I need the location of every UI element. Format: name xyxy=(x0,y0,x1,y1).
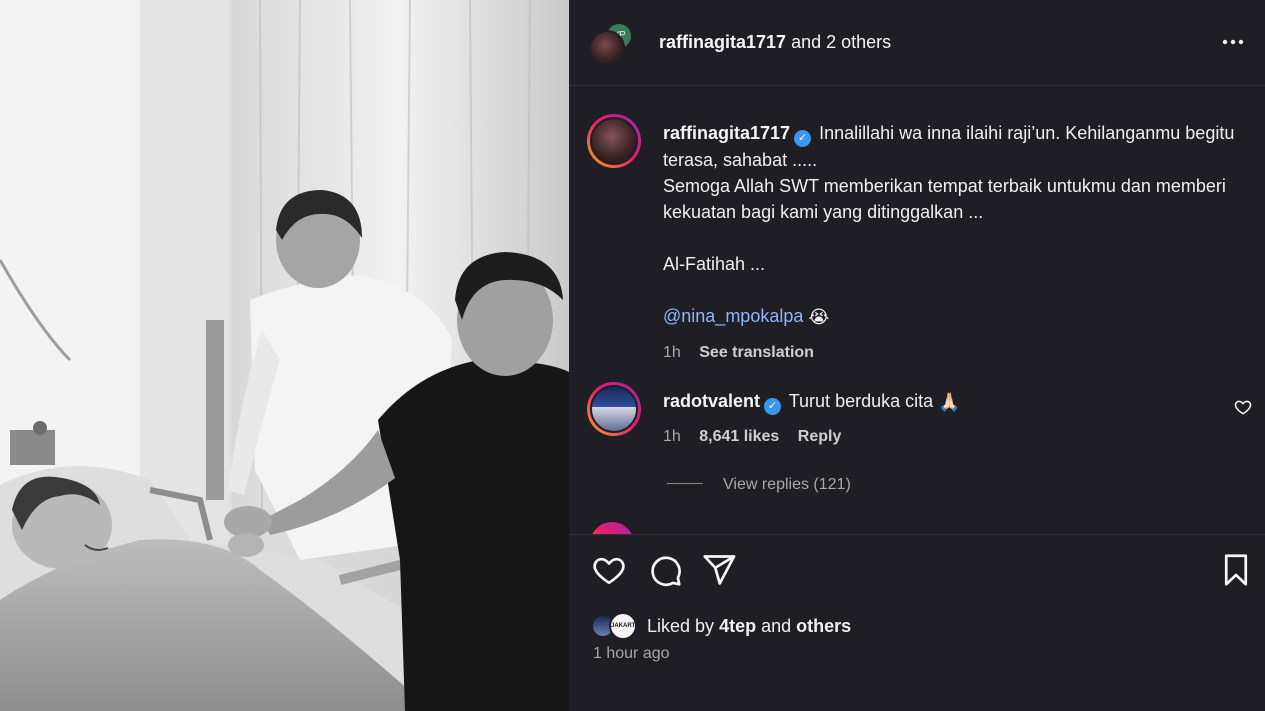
praying-hands-emoji-icon: 🙏🏻 xyxy=(938,392,961,412)
comment-meta: 1h 8,641 likes Reply xyxy=(663,428,855,446)
caption-line-2: Semoga Allah SWT memberikan tempat terba… xyxy=(663,176,1226,222)
collab-avatars[interactable]: VP xyxy=(589,22,633,66)
caption-meta: 1h See translation xyxy=(663,340,1243,366)
liker-avatar-2[interactable]: JAKARTA xyxy=(609,612,639,640)
liked-by[interactable]: JAKARTA Liked by 4tep and others xyxy=(591,612,1251,640)
post-photo-illustration xyxy=(0,0,569,711)
caption-mention[interactable]: @nina_mpokalpa xyxy=(663,306,803,326)
comment-avatar[interactable] xyxy=(587,382,641,436)
liked-by-prefix: Liked by xyxy=(647,616,715,636)
post-timestamp: 1 hour ago xyxy=(593,645,670,662)
comment-like-heart-icon[interactable] xyxy=(1234,398,1252,416)
collab-others[interactable]: and 2 others xyxy=(791,32,891,52)
reply-button[interactable]: Reply xyxy=(798,428,842,445)
see-translation-link[interactable]: See translation xyxy=(699,344,814,361)
view-replies-button[interactable]: View replies (121) xyxy=(667,476,851,494)
caption-line-3: Al-Fatihah ... xyxy=(663,254,766,274)
verified-badge-icon: ✓ xyxy=(794,130,812,147)
comment-body: Turut berduka cita xyxy=(788,391,934,411)
crying-emoji-icon: 😭 xyxy=(808,307,830,327)
author-username[interactable]: raffinagita1717 xyxy=(659,32,786,52)
liked-by-and: and xyxy=(761,616,792,636)
verified-badge-icon: ✓ xyxy=(764,398,782,415)
comment-text: radotvalent ✓ Turut berduka cita 🙏🏻 xyxy=(663,391,961,415)
view-replies-line xyxy=(667,483,703,484)
comment-time: 1h xyxy=(663,428,681,445)
liked-by-others[interactable]: others xyxy=(796,616,851,636)
comment-likes[interactable]: 8,641 likes xyxy=(699,428,779,445)
caption-text: raffinagita1717 ✓ Innalillahi wa inna ila… xyxy=(663,120,1243,366)
view-replies-label[interactable]: View replies (121) xyxy=(723,476,851,493)
post-photo[interactable] xyxy=(0,0,569,711)
comment-icon[interactable] xyxy=(647,552,683,588)
caption-username[interactable]: raffinagita1717 xyxy=(663,123,790,143)
comment-username[interactable]: radotvalent xyxy=(663,391,760,411)
post-author[interactable]: raffinagita1717 and 2 others xyxy=(659,32,891,53)
heart-icon[interactable] xyxy=(591,552,627,588)
post-header: VP raffinagita1717 and 2 others xyxy=(569,0,1265,86)
more-horizontal-icon[interactable] xyxy=(1221,30,1245,54)
collab-avatar-primary xyxy=(589,30,625,66)
comments-panel: VP raffinagita1717 and 2 others raffinag… xyxy=(569,0,1265,711)
instagram-post-modal: VP raffinagita1717 and 2 others raffinag… xyxy=(0,0,1265,711)
share-icon[interactable] xyxy=(701,552,737,588)
liked-by-text[interactable]: Liked by 4tep and others xyxy=(647,616,851,637)
caption-time: 1h xyxy=(663,344,681,361)
caption-avatar[interactable] xyxy=(587,114,641,168)
post-actions xyxy=(569,552,1265,592)
bookmark-icon[interactable] xyxy=(1218,552,1254,588)
liked-by-user[interactable]: 4tep xyxy=(719,616,756,636)
